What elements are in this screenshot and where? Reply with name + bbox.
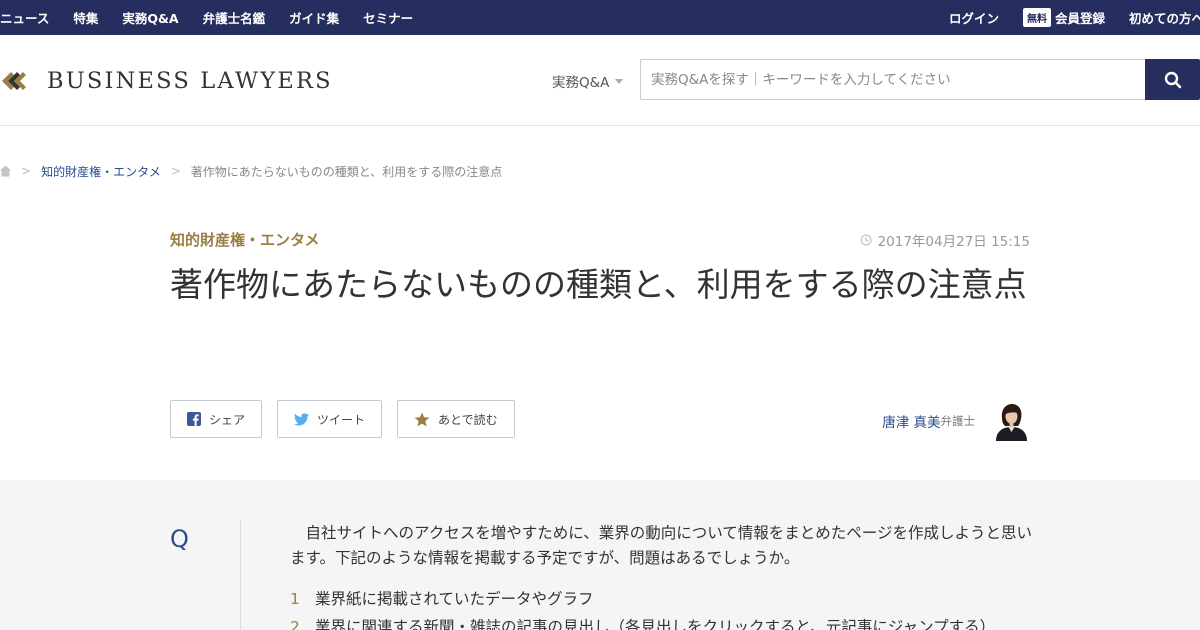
top-nav-left: ニュース 特集 実務Q&A 弁護士名鑑 ガイド集 セミナー [0,0,437,35]
article-category[interactable]: 知的財産権・エンタメ [170,229,320,250]
list-text: 業界に関連する新聞・雑誌の記事の見出し（各見出しをクリックすると、元記事にジャン… [315,618,996,630]
clock-icon [860,234,872,246]
logo-mark-icon [2,72,26,90]
question-text: 自社サイトへのアクセスを増やすために、業界の動向について情報をまとめたページを作… [290,524,1032,567]
login-link[interactable]: ログイン [949,8,999,27]
question-marker: Q [170,525,189,553]
facebook-icon [187,412,201,426]
search-scope-label: 実務Q&A [552,75,610,91]
site-header: BUSINESS LAWYERS 実務Q&A [0,35,1200,126]
question-section: Q 自社サイトへのアクセスを増やすために、業界の動向について情報をまとめたページ… [0,480,1200,630]
share-label: シェア [209,412,246,427]
nav-news[interactable]: ニュース [0,8,49,27]
article-title: 著作物にあたらないものの種類と、利用をする際の注意点 [170,265,1027,304]
nav-qa[interactable]: 実務Q&A [122,8,178,27]
breadcrumb-category[interactable]: 知的財産権・エンタメ [41,163,161,180]
author-portrait [993,401,1030,441]
breadcrumb-separator: > [170,164,181,178]
star-icon [414,411,430,426]
site-logo[interactable]: BUSINESS LAWYERS [0,67,333,95]
breadcrumb-current: 著作物にあたらないものの種類と、利用をする際の注意点 [190,164,503,179]
logo-text: BUSINESS LAWYERS [47,68,333,94]
nav-guides[interactable]: ガイド集 [289,8,339,27]
question-divider [240,520,241,630]
twitter-icon [294,412,310,425]
nav-features[interactable]: 特集 [73,8,98,27]
list-item: 2 業界に関連する新聞・雑誌の記事の見出し（各見出しをクリックすると、元記事にジ… [290,613,1050,630]
article-date: 2017年04月27日 15:15 [860,230,1030,250]
list-number: 2 [290,618,300,630]
facebook-share-button[interactable]: シェア [170,400,263,438]
chevron-down-icon [615,78,624,84]
nav-lawyers[interactable]: 弁護士名鑑 [203,8,266,27]
list-item: 1 業界紙に掲載されていたデータやグラフ [290,585,1050,613]
question-list: 1 業界紙に掲載されていたデータやグラフ 2 業界に関連する新聞・雑誌の記事の見… [290,585,1050,630]
breadcrumb-separator: > [21,164,32,178]
twitter-share-button[interactable]: ツイート [277,400,383,438]
top-nav-right: ログイン 無料 会員登録 初めての方へ [949,0,1200,35]
article-date-text: 2017年04月27日 15:15 [877,234,1030,250]
author-name[interactable]: 唐津 真美 [882,411,940,431]
nav-seminars[interactable]: セミナー [363,8,413,27]
list-number: 1 [290,590,300,608]
search-icon [1164,71,1181,88]
first-time-link[interactable]: 初めての方へ [1129,8,1200,27]
author-avatar[interactable] [993,401,1030,441]
author-role: 弁護士 [940,414,976,428]
list-text: 業界紙に掲載されていたデータやグラフ [315,590,594,608]
author-info: 唐津 真美 弁護士 [882,401,1030,441]
home-icon[interactable] [0,165,11,177]
search-button[interactable] [1145,59,1200,100]
free-badge: 無料 [1022,8,1051,27]
tweet-label: ツイート [317,412,366,427]
register-link[interactable]: 無料 会員登録 [1022,8,1105,27]
search-scope-dropdown[interactable]: 実務Q&A [552,71,624,91]
read-later-label: あとで読む [438,412,498,427]
register-label: 会員登録 [1054,11,1105,26]
read-later-button[interactable]: あとで読む [397,400,515,438]
top-nav-bar: ニュース 特集 実務Q&A 弁護士名鑑 ガイド集 セミナー ログイン 無料 会員… [0,0,1200,35]
search-input[interactable] [640,59,1146,100]
share-buttons: シェア ツイート あとで読む [170,400,530,438]
breadcrumb: > 知的財産権・エンタメ > 著作物にあたらないものの種類と、利用をする際の注意… [0,162,502,180]
